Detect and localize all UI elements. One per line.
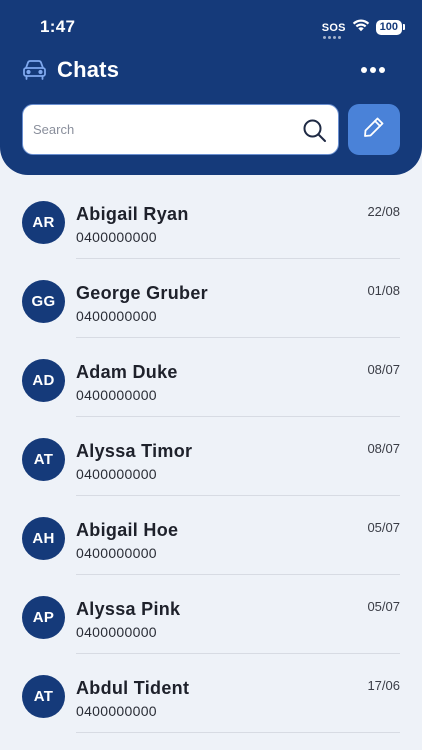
contact-name: George Gruber	[76, 283, 208, 303]
divider	[76, 258, 400, 259]
contact-phone: 0400000000	[76, 308, 157, 324]
car-icon	[22, 57, 48, 83]
chat-list-item[interactable]: AT Abdul Tident 0400000000 17/06	[0, 670, 422, 749]
status-indicators: SOS 100	[321, 18, 406, 39]
avatar: AP	[22, 596, 65, 639]
avatar: AR	[22, 201, 65, 244]
pencil-icon	[362, 115, 386, 144]
status-bar: 1:47 SOS 100	[0, 0, 422, 52]
avatar: GG	[22, 280, 65, 323]
contact-phone: 0400000000	[76, 545, 157, 561]
divider	[76, 416, 400, 417]
divider	[76, 337, 400, 338]
chat-date: 17/06	[367, 678, 400, 693]
avatar: AT	[22, 438, 65, 481]
contact-name: Abdul Tident	[76, 678, 190, 698]
battery-indicator: 100	[375, 20, 406, 35]
divider	[76, 653, 400, 654]
sos-indicator: SOS	[321, 21, 346, 39]
contact-name: Alyssa Timor	[76, 441, 193, 461]
contact-phone: 0400000000	[76, 466, 157, 482]
signal-dots-icon	[322, 35, 341, 39]
chat-list-item[interactable]: GG George Gruber 0400000000 01/08	[0, 275, 422, 354]
contact-phone: 0400000000	[76, 387, 157, 403]
chat-list-item[interactable]: AP Alyssa Pink 0400000000 05/07	[0, 591, 422, 670]
chat-list-item[interactable]: AR Abigail Ryan 0400000000 22/08	[0, 196, 422, 275]
search-box[interactable]	[22, 104, 339, 155]
chat-list-item[interactable]: AH Abigail Hoe 0400000000 05/07	[0, 512, 422, 591]
chat-date: 22/08	[367, 204, 400, 219]
chat-list-item[interactable]: AD Adam Duke 0400000000 08/07	[0, 354, 422, 433]
avatar: AD	[22, 359, 65, 402]
wifi-icon	[352, 18, 370, 37]
contact-name: Abigail Hoe	[76, 520, 179, 540]
chat-date: 08/07	[367, 441, 400, 456]
divider	[76, 495, 400, 496]
compose-button[interactable]	[348, 104, 400, 155]
search-icon[interactable]	[302, 118, 327, 143]
contact-phone: 0400000000	[76, 624, 157, 640]
search-input[interactable]	[23, 105, 283, 154]
app-header: 1:47 SOS 100 Chats Search	[0, 0, 422, 175]
avatar: AT	[22, 675, 65, 718]
chat-list-item[interactable]: AT Alyssa Timor 0400000000 08/07	[0, 433, 422, 512]
contact-name: Adam Duke	[76, 362, 178, 382]
chat-date: 05/07	[367, 520, 400, 535]
contact-phone: 0400000000	[76, 229, 157, 245]
title-row: Chats	[22, 55, 400, 85]
sos-label: SOS	[321, 21, 346, 34]
contact-name: Alyssa Pink	[76, 599, 181, 619]
contact-name: Abigail Ryan	[76, 204, 189, 224]
chat-date: 08/07	[367, 362, 400, 377]
page-title: Chats	[57, 57, 120, 82]
chat-list: AR Abigail Ryan 0400000000 22/08 GG Geor…	[0, 196, 422, 749]
status-time: 1:47	[40, 17, 76, 36]
avatar: AH	[22, 517, 65, 560]
divider	[76, 732, 400, 733]
chat-date: 01/08	[367, 283, 400, 298]
divider	[76, 574, 400, 575]
chat-date: 05/07	[367, 599, 400, 614]
contact-phone: 0400000000	[76, 703, 157, 719]
more-options-icon[interactable]	[360, 61, 386, 79]
